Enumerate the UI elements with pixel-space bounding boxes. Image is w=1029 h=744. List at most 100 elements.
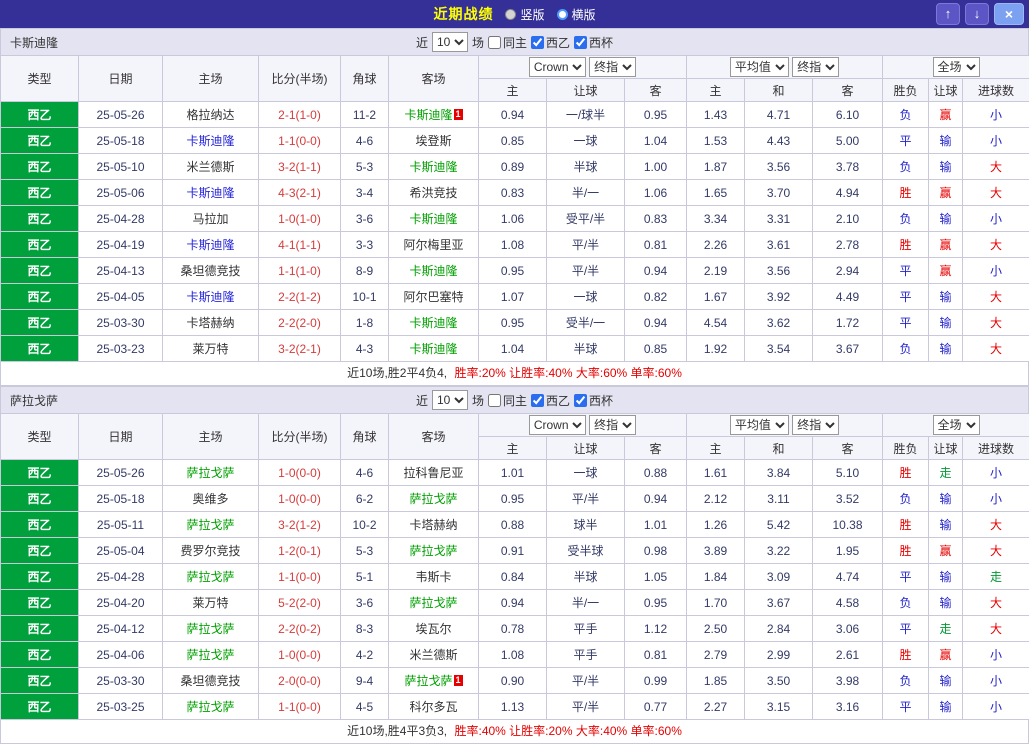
odds-source-select[interactable]: Crown <box>529 57 586 77</box>
handicap-result-cell: 输 <box>929 284 963 310</box>
result-cell: 胜 <box>883 642 929 668</box>
col-type: 类型 <box>1 414 79 460</box>
score-cell: 1-0(1-0) <box>259 206 341 232</box>
odds-final-select[interactable]: 终指 <box>589 415 636 435</box>
cup-filter[interactable]: 西杯 <box>574 392 613 409</box>
same-venue-label: 同主 <box>503 34 527 51</box>
league-filter[interactable]: 西乙 <box>531 392 570 409</box>
home-team-cell: 卡塔赫纳 <box>163 310 259 336</box>
scroll-down-button[interactable]: ↓ <box>965 3 989 25</box>
handicap-result-cell: 走 <box>929 616 963 642</box>
header-selects-row: 类型 日期 主场 比分(半场) 角球 客场 Crown 终指 平均值 终指 <box>1 56 1029 79</box>
date-cell: 25-04-20 <box>79 590 163 616</box>
handicap-cell: 半球 <box>547 336 625 362</box>
result-cell: 平 <box>883 564 929 590</box>
avg-away-cell: 2.94 <box>813 258 883 284</box>
handicap-result-cell: 输 <box>929 694 963 720</box>
same-venue-checkbox[interactable] <box>488 394 501 407</box>
col-avg-draw: 和 <box>745 437 813 460</box>
goals-result-cell: 小 <box>963 206 1029 232</box>
league-type-cell: 西乙 <box>1 564 79 590</box>
odds-select-group: Crown 终指 <box>479 56 687 79</box>
league-filter-label: 西乙 <box>546 34 570 51</box>
league-type-cell: 西乙 <box>1 616 79 642</box>
away-team-cell: 卡斯迪隆 <box>389 154 479 180</box>
league-type-cell: 西乙 <box>1 694 79 720</box>
league-filter[interactable]: 西乙 <box>531 34 570 51</box>
result-cell: 负 <box>883 102 929 128</box>
avg-away-cell: 3.67 <box>813 336 883 362</box>
same-venue-filter[interactable]: 同主 <box>488 34 527 51</box>
handicap-result-cell: 输 <box>929 590 963 616</box>
away-team-cell: 拉科鲁尼亚 <box>389 460 479 486</box>
team-link: 萨拉戈萨 <box>404 674 452 688</box>
summary-row: 近10场,胜4平3负3, 胜率:40% 让胜率:20% 大率:40% 单率:60… <box>0 720 1029 744</box>
cup-checkbox[interactable] <box>574 36 587 49</box>
team-name: 卡斯迪隆 <box>10 34 58 51</box>
games-label: 场 <box>472 34 484 51</box>
col-handicap: 让球 <box>547 437 625 460</box>
radio-horizontal-icon[interactable] <box>557 9 568 20</box>
handicap-result-cell: 赢 <box>929 232 963 258</box>
cup-filter-label: 西杯 <box>589 34 613 51</box>
col-date: 日期 <box>79 56 163 102</box>
radio-vertical[interactable]: 竖版 <box>505 6 544 23</box>
sections-container: 卡斯迪隆 近 10 场 同主 西乙 西杯 <box>0 28 1029 744</box>
league-type-cell: 西乙 <box>1 512 79 538</box>
date-cell: 25-04-19 <box>79 232 163 258</box>
away-team-cell: 卡斯迪隆 <box>389 336 479 362</box>
handicap-result-cell: 输 <box>929 486 963 512</box>
match-row: 西乙25-04-28马拉加1-0(1-0)3-6卡斯迪隆1.06受平/半0.83… <box>1 206 1029 232</box>
home-team-cell: 卡斯迪隆 <box>163 232 259 258</box>
scope-select-group: 全场 <box>883 56 1029 79</box>
section-header: 萨拉戈萨 近 10 场 同主 西乙 西杯 <box>0 386 1029 413</box>
close-icon[interactable]: × <box>994 3 1024 25</box>
league-checkbox[interactable] <box>531 394 544 407</box>
handicap-result-cell: 输 <box>929 154 963 180</box>
result-cell: 胜 <box>883 512 929 538</box>
scope-select[interactable]: 全场 <box>933 57 980 77</box>
home-team-cell: 费罗尔竞技 <box>163 538 259 564</box>
league-checkbox[interactable] <box>531 36 544 49</box>
score-cell: 1-0(0-0) <box>259 642 341 668</box>
avg-select-group: 平均值 终指 <box>687 56 883 79</box>
league-type-cell: 西乙 <box>1 232 79 258</box>
team-link: 萨拉戈萨 <box>186 648 234 662</box>
odds-home-cell: 0.95 <box>479 310 547 336</box>
score-cell: 3-2(1-1) <box>259 154 341 180</box>
avg-away-cell: 4.94 <box>813 180 883 206</box>
team-link: 卡塔赫纳 <box>186 316 234 330</box>
cup-filter[interactable]: 西杯 <box>574 34 613 51</box>
avg-final-select[interactable]: 终指 <box>792 57 839 77</box>
home-team-cell: 马拉加 <box>163 206 259 232</box>
score-cell: 2-2(1-2) <box>259 284 341 310</box>
avg-draw-cell: 3.56 <box>745 258 813 284</box>
match-count-select[interactable]: 10 <box>432 32 468 52</box>
odds-final-select[interactable]: 终指 <box>589 57 636 77</box>
scroll-up-button[interactable]: ↑ <box>936 3 960 25</box>
avg-final-select[interactable]: 终指 <box>792 415 839 435</box>
cup-filter-label: 西杯 <box>589 392 613 409</box>
scope-select[interactable]: 全场 <box>933 415 980 435</box>
handicap-cell: 受半球 <box>547 538 625 564</box>
avg-select[interactable]: 平均值 <box>730 57 789 77</box>
same-venue-filter[interactable]: 同主 <box>488 392 527 409</box>
date-cell: 25-04-05 <box>79 284 163 310</box>
away-team-cell: 卡斯迪隆 <box>389 310 479 336</box>
result-cell: 平 <box>883 616 929 642</box>
result-cell: 平 <box>883 258 929 284</box>
odds-source-select[interactable]: Crown <box>529 415 586 435</box>
same-venue-checkbox[interactable] <box>488 36 501 49</box>
radio-vertical-label: 竖版 <box>520 6 544 23</box>
col-result: 胜负 <box>883 79 929 102</box>
team-link: 卡斯迪隆 <box>409 160 457 174</box>
radio-vertical-icon[interactable] <box>505 9 516 20</box>
match-count-select[interactable]: 10 <box>432 390 468 410</box>
cup-checkbox[interactable] <box>574 394 587 407</box>
avg-draw-cell: 3.92 <box>745 284 813 310</box>
avg-home-cell: 2.79 <box>687 642 745 668</box>
result-cell: 平 <box>883 128 929 154</box>
radio-horizontal[interactable]: 横版 <box>557 6 596 23</box>
avg-select[interactable]: 平均值 <box>730 415 789 435</box>
odds-away-cell: 0.98 <box>625 538 687 564</box>
